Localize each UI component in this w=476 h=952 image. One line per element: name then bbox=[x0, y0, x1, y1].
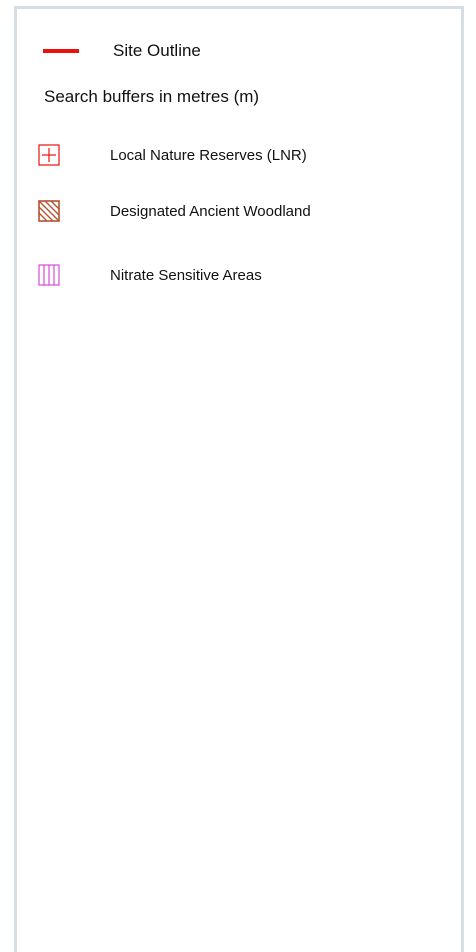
site-outline-line-icon bbox=[43, 49, 79, 53]
search-buffers-heading: Search buffers in metres (m) bbox=[44, 87, 260, 106]
diagonal-hatch-square-icon bbox=[38, 200, 60, 222]
vertical-hatch-square-icon bbox=[38, 264, 60, 286]
legend-label-ancient-woodland: Designated Ancient Woodland bbox=[110, 202, 311, 220]
legend-item-nitrate-sensitive: Nitrate Sensitive Areas bbox=[38, 263, 262, 287]
site-outline-label: Site Outline bbox=[113, 41, 201, 60]
legend-item-ancient-woodland: Designated Ancient Woodland bbox=[38, 199, 311, 223]
legend-label-lnr: Local Nature Reserves (LNR) bbox=[110, 146, 307, 164]
cross-square-icon bbox=[38, 144, 60, 166]
map-legend-panel: Site Outline Search buffers in metres (m… bbox=[14, 6, 464, 952]
legend-item-lnr: Local Nature Reserves (LNR) bbox=[38, 143, 307, 167]
legend-site-outline: Site Outline bbox=[43, 39, 201, 63]
legend-label-nitrate-sensitive: Nitrate Sensitive Areas bbox=[110, 266, 262, 284]
